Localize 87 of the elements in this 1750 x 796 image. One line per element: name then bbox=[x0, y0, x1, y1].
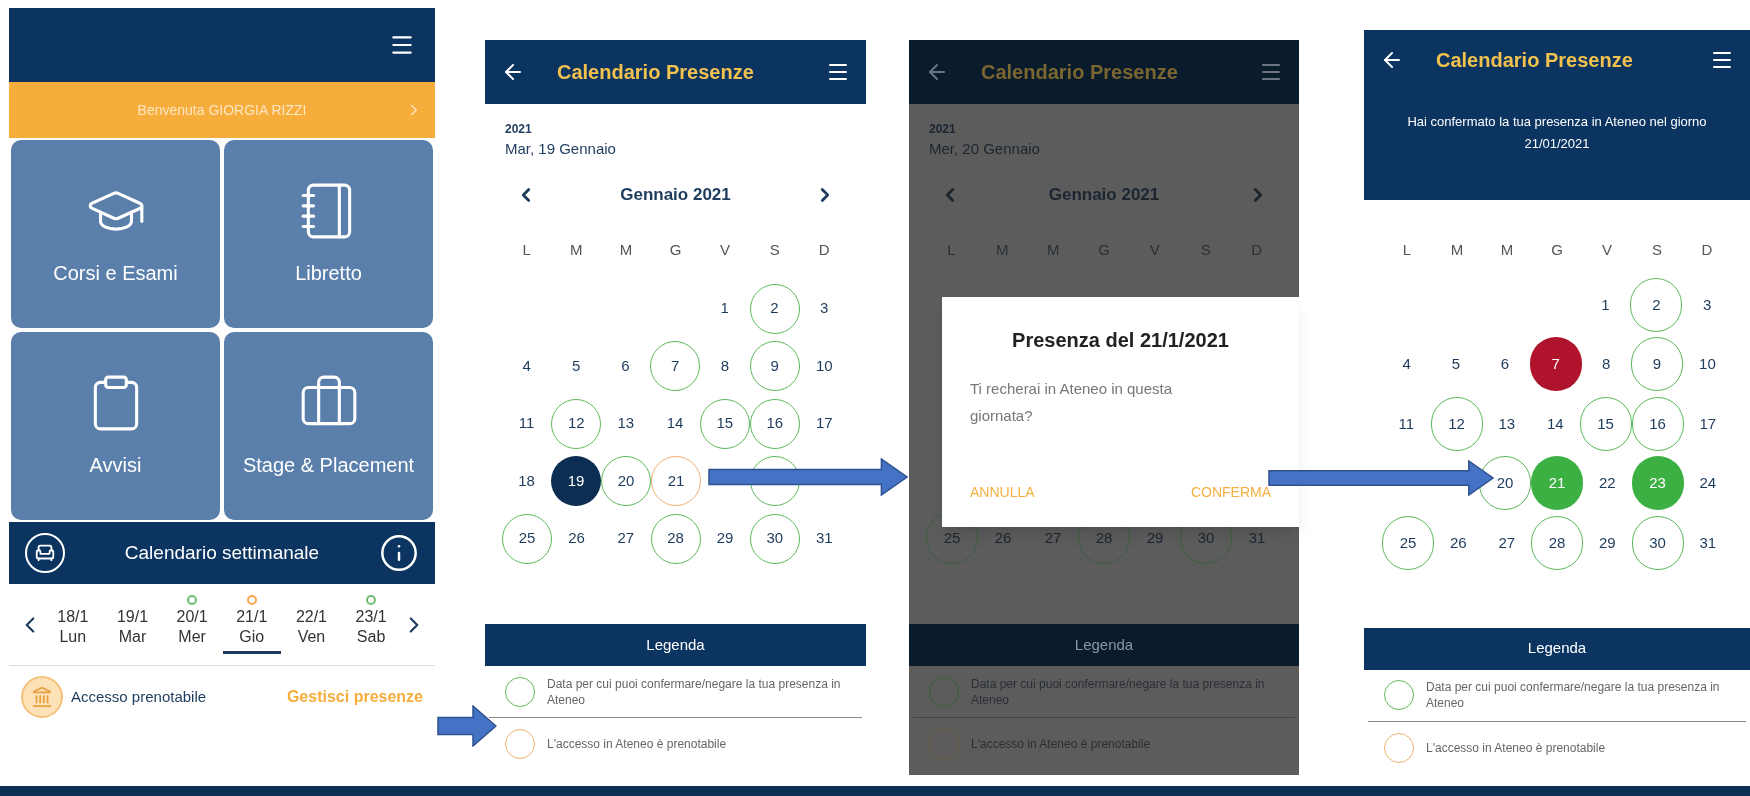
weekday-label: M bbox=[1450, 239, 1464, 260]
calendar-day[interactable]: 13 bbox=[617, 412, 635, 435]
month-title: Gennaio 2021 bbox=[620, 184, 731, 207]
calendar-day[interactable]: 31 bbox=[816, 527, 833, 550]
calendar-day[interactable]: 14 bbox=[666, 412, 684, 435]
week-day-tab[interactable]: 22/1 Ven bbox=[282, 595, 341, 654]
legend-header: Legenda bbox=[909, 624, 1299, 666]
calendar-day[interactable]: 31 bbox=[1699, 531, 1717, 554]
calendar-day[interactable]: 27 bbox=[617, 527, 635, 550]
month-title: Gennaio 2021 bbox=[1048, 184, 1160, 207]
calendar-day[interactable]: 10 bbox=[816, 354, 833, 378]
menu-tile[interactable]: Libretto bbox=[224, 140, 433, 328]
week-day-tab[interactable]: 20/1 Mer bbox=[163, 595, 222, 654]
selected-date: Mar, 19 Gennaio bbox=[505, 139, 617, 159]
calendar-day[interactable]: 11 bbox=[1398, 412, 1415, 435]
calendar-day[interactable]: 4 bbox=[522, 354, 531, 378]
week-day-tab[interactable]: 21/1 Gio bbox=[222, 595, 281, 654]
calendar-day[interactable]: 1 bbox=[720, 297, 729, 320]
menu-tile[interactable]: Avvisi bbox=[11, 332, 220, 520]
legend-text: Data per cui puoi confermare/negare la tua presenza in Ateneo bbox=[1426, 679, 1721, 711]
weekday-label: V bbox=[1602, 239, 1612, 260]
calendar-day[interactable]: 17 bbox=[1699, 412, 1717, 435]
week-day-tab[interactable]: 23/1 Sab bbox=[342, 595, 401, 654]
calendar-day[interactable]: 5 bbox=[1451, 353, 1460, 376]
calendar-day[interactable]: 29 bbox=[716, 527, 734, 550]
bar-title: Calendario settimanale bbox=[124, 540, 320, 565]
calendar-day[interactable]: 14 bbox=[1546, 412, 1564, 435]
calendar-day[interactable]: 10 bbox=[1699, 353, 1716, 376]
screen-title: Calendario Presenze bbox=[981, 60, 1179, 85]
weekday-label: M bbox=[619, 239, 633, 260]
screen-title: Calendario Presenze bbox=[1436, 48, 1634, 73]
year-label: 2021 bbox=[929, 121, 957, 138]
calendar-day[interactable]: 20 bbox=[601, 456, 651, 506]
legend-text: Data per cui puoi confermare/negare la tua presenza in Ateneo bbox=[547, 675, 842, 708]
chair-icon bbox=[25, 533, 65, 573]
weekday-label: M bbox=[570, 239, 583, 260]
calendar-day[interactable]: 4 bbox=[1402, 353, 1411, 376]
calendar-day[interactable]: 11 bbox=[518, 412, 535, 435]
legend-text: L'accesso in Ateneo è prenotabile bbox=[547, 736, 727, 752]
calendar-day[interactable]: 18 bbox=[518, 469, 535, 493]
calendar-day[interactable]: 26 bbox=[1449, 531, 1467, 554]
menu-tile[interactable]: Corsi e Esami bbox=[11, 140, 220, 328]
calendar-day[interactable]: 27 bbox=[1498, 531, 1516, 554]
calendar-day[interactable]: 3 bbox=[820, 297, 829, 320]
weekday-label: G bbox=[669, 239, 682, 260]
flow-arrow bbox=[437, 705, 497, 747]
week-day-tab[interactable]: 18/1 Lun bbox=[43, 595, 102, 654]
weekday-label: V bbox=[720, 239, 731, 260]
calendar-day[interactable]: 8 bbox=[1602, 353, 1611, 376]
bank-icon bbox=[21, 676, 63, 718]
calendar-day[interactable]: 22 bbox=[1598, 472, 1616, 495]
calendar-day[interactable]: 29 bbox=[1598, 531, 1616, 554]
calendar-day[interactable]: 5 bbox=[571, 354, 581, 378]
legend-header: Legenda bbox=[1364, 627, 1750, 670]
calendar-day[interactable]: 19 bbox=[551, 456, 601, 506]
legend-text: L'accesso in Ateneo è prenotabile bbox=[1426, 739, 1606, 756]
week-day-tab[interactable]: 19/1 Mar bbox=[103, 595, 162, 654]
weekday-label: G bbox=[1551, 239, 1563, 260]
weekday-label: L bbox=[522, 239, 531, 260]
confirmation-message: Hai confermato la tua presenza in Ateneo nel giorno 21/01/2021 bbox=[1406, 113, 1708, 153]
year-label: 2021 bbox=[505, 121, 533, 138]
weekday-label: D bbox=[1701, 239, 1713, 260]
calendar-day[interactable]: 7 bbox=[650, 341, 701, 391]
dialog-title: Presenza del 21/1/2021 bbox=[1011, 328, 1230, 353]
screen-title: Calendario Presenze bbox=[557, 60, 755, 85]
calendar-day[interactable]: 7 bbox=[1529, 337, 1582, 392]
selected-date: Mer, 20 Gennaio bbox=[929, 139, 1041, 159]
weekday-label: D bbox=[818, 239, 830, 260]
calendar-day[interactable]: 26 bbox=[568, 527, 585, 550]
weekday-label: S bbox=[1652, 239, 1662, 260]
weekday-label: S bbox=[769, 239, 780, 260]
weekday-label: L bbox=[1402, 239, 1412, 260]
calendar-day[interactable]: 21 bbox=[651, 456, 701, 506]
dialog-message: Ti recherai in Ateneo in questa giornata? bbox=[970, 379, 1174, 426]
calendar-day[interactable]: 17 bbox=[816, 412, 833, 435]
info-button[interactable] bbox=[379, 533, 419, 573]
calendar-day[interactable]: 1 bbox=[1601, 293, 1610, 316]
calendar-day[interactable]: 3 bbox=[1703, 293, 1712, 316]
legend-header: Legenda bbox=[485, 624, 866, 666]
access-label: Accesso prenotabile bbox=[71, 686, 208, 707]
calendar-day[interactable]: 13 bbox=[1498, 412, 1516, 435]
menu-tile[interactable]: Stage & Placement bbox=[224, 332, 433, 520]
weekday-label: M bbox=[1500, 239, 1514, 260]
calendar-day[interactable]: 8 bbox=[720, 354, 730, 378]
calendar-day[interactable]: 24 bbox=[1699, 472, 1717, 495]
calendar-day[interactable]: 6 bbox=[1500, 353, 1510, 376]
calendar-day[interactable]: 6 bbox=[621, 354, 630, 378]
